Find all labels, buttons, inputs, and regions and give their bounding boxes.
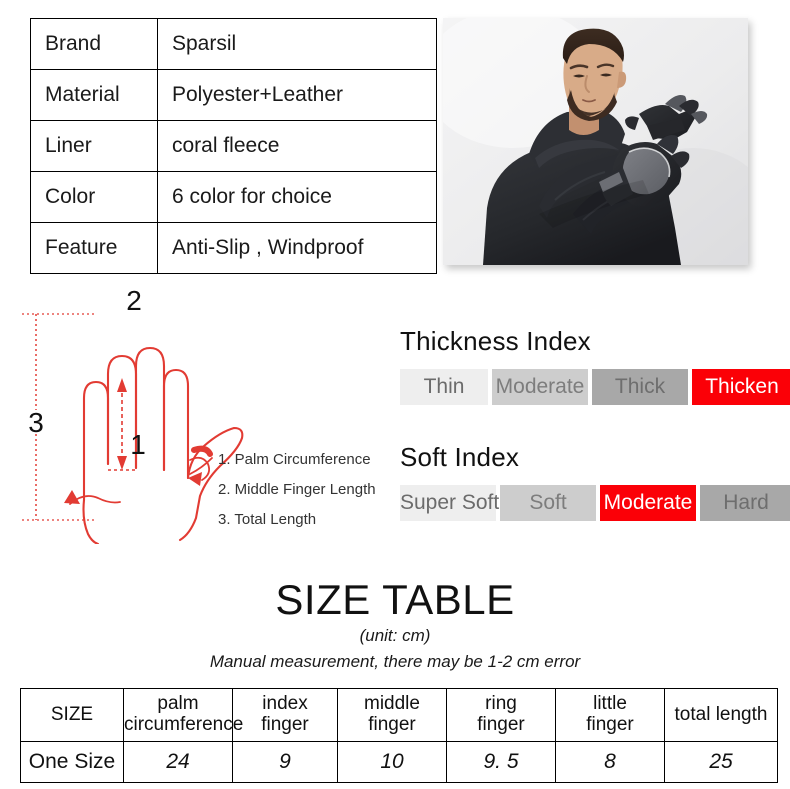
size-value-palm-circumference: 24 — [123, 741, 233, 783]
soft-index-section: Soft Index Super Soft Soft Moderate Hard — [400, 442, 790, 521]
size-table: SIZE palm circumference index finger middl… — [20, 688, 778, 783]
product-photo-illustration — [443, 18, 748, 265]
soft-index-row: Super Soft Soft Moderate Hard — [400, 485, 790, 521]
hand-diagram-illustration: 2 1 3 1. Palm Circumference 2. Middle Fi… — [22, 285, 376, 544]
size-value-little-finger: 8 — [555, 741, 665, 783]
soft-index-heading: Soft Index — [400, 442, 520, 472]
spec-label-color: Color — [30, 171, 158, 223]
size-table-body: One Size 24 9 10 9. 5 8 25 — [20, 741, 778, 783]
spec-value-color: 6 color for choice — [157, 171, 437, 223]
spec-label-material: Material — [30, 69, 158, 121]
size-table-header-row: SIZE palm circumference index finger middl… — [20, 688, 778, 742]
size-table-head: SIZE palm circumference index finger middl… — [20, 688, 778, 742]
spec-label-liner: Liner — [30, 120, 158, 172]
spec-label-brand: Brand — [30, 18, 158, 70]
size-row-label: One Size — [20, 741, 124, 783]
size-header-total-length: total length — [664, 688, 778, 742]
hand-marker-3: 3 — [28, 407, 44, 438]
soft-badge-soft[interactable]: Soft — [500, 485, 596, 521]
size-header-palm-circumference: palm circumference — [123, 688, 243, 742]
size-table-title: SIZE TABLE — [275, 576, 515, 623]
hand-legend-item-2: 2. Middle Finger Length — [218, 481, 376, 498]
thickness-badge-moderate[interactable]: Moderate — [492, 369, 588, 405]
size-header-ring-finger: ring finger — [446, 688, 556, 742]
size-header-index-finger: index finger — [232, 688, 338, 742]
table-row: Liner coral fleece — [30, 120, 437, 172]
table-row: Material Polyester+Leather — [30, 69, 437, 121]
size-value-index-finger: 9 — [232, 741, 338, 783]
spec-value-feature: Anti-Slip , Windproof — [157, 222, 437, 274]
specification-table: Brand Sparsil Material Polyester+Leather… — [30, 18, 437, 274]
spec-value-material: Polyester+Leather — [157, 69, 437, 121]
size-header-middle-finger: middle finger — [337, 688, 447, 742]
hand-marker-2: 2 — [126, 285, 142, 316]
size-table-error-note: Manual measurement, there may be 1-2 cm … — [209, 652, 581, 671]
table-row: Feature Anti-Slip , Windproof — [30, 222, 437, 274]
spec-value-brand: Sparsil — [157, 18, 437, 70]
hand-legend-item-3: 3. Total Length — [218, 511, 316, 528]
size-header-little-finger: little finger — [555, 688, 665, 742]
size-table-unit-note: (unit: cm) — [359, 626, 431, 645]
size-value-total-length: 25 — [664, 741, 778, 783]
spec-label-feature: Feature — [30, 222, 158, 274]
specification-table-body: Brand Sparsil Material Polyester+Leather… — [30, 18, 437, 274]
thickness-index-heading: Thickness Index — [400, 326, 591, 356]
table-row: One Size 24 9 10 9. 5 8 25 — [20, 741, 778, 783]
thickness-badge-thin[interactable]: Thin — [400, 369, 488, 405]
table-row: Color 6 color for choice — [30, 171, 437, 223]
size-value-middle-finger: 10 — [337, 741, 447, 783]
size-value-ring-finger: 9. 5 — [446, 741, 556, 783]
soft-badge-moderate[interactable]: Moderate — [600, 485, 696, 521]
thickness-badge-thick[interactable]: Thick — [592, 369, 688, 405]
product-photo — [443, 18, 748, 265]
thickness-index-row: Thin Moderate Thick Thicken — [400, 369, 790, 405]
hand-legend-item-1: 1. Palm Circumference — [218, 451, 371, 468]
size-header-size: SIZE — [20, 688, 124, 742]
thickness-index-section: Thickness Index Thin Moderate Thick Thic… — [400, 326, 790, 405]
hand-measurement-diagram: 2 1 3 1. Palm Circumference 2. Middle Fi… — [12, 282, 404, 544]
thickness-badge-thicken[interactable]: Thicken — [692, 369, 790, 405]
spec-value-liner: coral fleece — [157, 120, 437, 172]
table-row: Brand Sparsil — [30, 18, 437, 70]
hand-marker-1: 1 — [130, 429, 146, 460]
soft-badge-super-soft[interactable]: Super Soft — [400, 485, 499, 521]
soft-badge-hard[interactable]: Hard — [700, 485, 790, 521]
